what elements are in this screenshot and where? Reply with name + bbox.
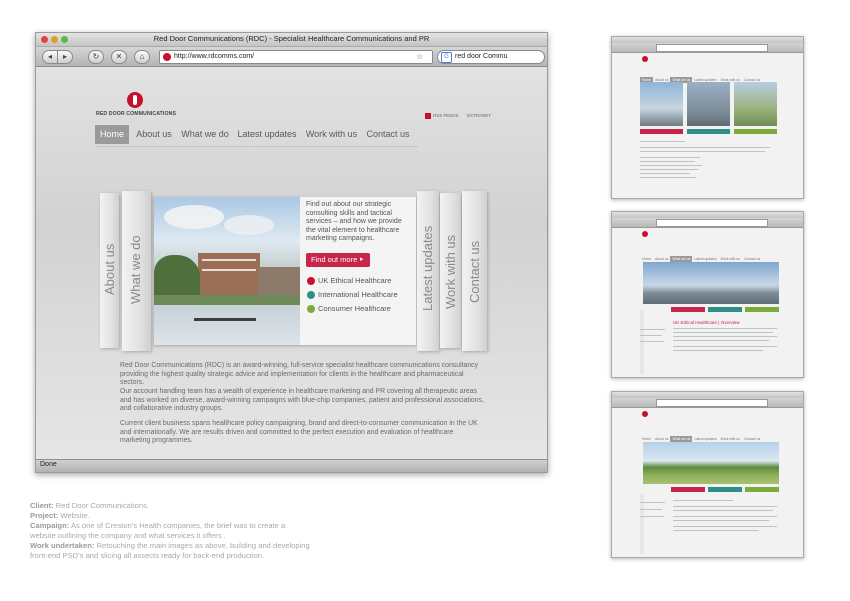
thumb-segment-bar [671,307,705,312]
browser-window: Red Door Communications (RDC) - Speciali… [35,32,548,473]
title-bar: Red Door Communications (RDC) - Speciali… [36,33,547,47]
logo-icon [642,231,648,237]
thumb-segment-bar [640,129,683,134]
campaign-value: As one of Creston’s Health companies, th… [30,521,286,540]
search-text: red door Commu [455,53,508,60]
thumbnail-window-uk-ethical: Home About us What we do Latest updates Work… [611,211,804,378]
thumb-image-city [687,82,730,126]
team-paragraph: Our account handling team has a wealth o… [120,388,484,413]
window-title: Red Door Communications (RDC) - Speciali… [153,34,430,43]
segment-consumer[interactable]: Consumer Healthcare [307,303,417,315]
thumb-segment-bar [708,307,742,312]
project-label: Project: [30,511,59,520]
nav-divider [95,146,418,147]
logo-text: RED DOOR COMMUNICATIONS [96,111,177,117]
door-icon [307,305,315,314]
spine-label: What we do [128,235,143,304]
thumb-image-bridge [640,82,683,126]
segment-label: UK Ethical Healthcare [318,276,392,285]
back-arrow-icon[interactable]: ◂ [42,50,58,64]
page-content: RED DOOR COMMUNICATIONS RSS FEEDS EXTRAN… [36,67,547,459]
logo-icon [642,56,648,62]
thumb-image-tower-bridge [643,262,779,304]
spine-label: Contact us [467,240,482,303]
door-icon [307,291,315,300]
segment-international[interactable]: International Healthcare [307,289,417,301]
thumb-nav: Home About us What we do Latest updates Work… [640,68,780,83]
extranet-link[interactable]: EXTRANET [467,113,491,118]
status-text: Done [40,461,57,468]
segment-label: Consumer Healthcare [318,304,391,313]
thumb-nav: Home About us What we do Latest updates Work… [640,427,790,442]
thumb-segment-bar [745,307,779,312]
site-favicon-icon [163,53,171,61]
rss-feeds-link[interactable]: RSS FEEDS [433,113,459,118]
home-icon[interactable]: ⌂ [134,50,150,64]
business-paragraph: Current client business spans healthcare… [120,420,478,445]
hero-image [154,197,300,345]
spine-work-with-us[interactable]: Work with us [440,193,461,348]
spine-about-us[interactable]: About us [100,193,119,348]
url-text: http://www.rdcomms.com/ [174,53,255,60]
client-value: Red Door Communications. [55,501,150,510]
forward-arrow-icon[interactable]: ▸ [57,50,73,64]
door-icon [307,277,315,286]
project-caption: Client: Red Door Communications. Project… [30,501,310,561]
thumb-image-park [734,82,777,126]
project-value: Website. [60,511,90,520]
nav-work-with-us[interactable]: Work with us [304,125,359,144]
bookmark-star-icon[interactable]: ☆ [416,51,423,63]
cta-label: Find out more [311,255,358,264]
search-field[interactable]: G red door Commu [437,50,545,64]
thumbnail-window-consumer: Home About us What we do Latest updates Work… [611,391,804,558]
thumb-heading: UK Ethical Healthcare | Overview [673,320,740,325]
thumb-nav: Home About us What we do Latest updates Work… [640,247,790,262]
segment-label: International Healthcare [318,290,398,299]
spine-what-we-do[interactable]: What we do [122,191,151,351]
nav-latest-updates[interactable]: Latest updates [235,125,299,144]
nav-home[interactable]: Home [95,125,129,144]
logo-icon [642,411,648,417]
client-label: Client: [30,501,54,510]
spine-label: Work with us [443,234,458,309]
hero-panel: Find out about our strategic consulting … [154,197,416,345]
thumb-segment-bar [687,129,730,134]
thumb-segment-bar [745,487,779,492]
campaign-label: Campaign: [30,521,70,530]
thumb-image-park [643,442,779,484]
browser-toolbar: ◂ ▸ ↻ ✕ ⌂ http://www.rdcomms.com/ ☆ G re… [36,47,547,67]
nav-about-us[interactable]: About us [133,125,175,144]
intro-paragraph: Red Door Communications (RDC) is an awar… [120,362,479,387]
find-out-more-button[interactable]: Find out more ▸ [306,253,370,267]
spine-label: Latest updates [420,225,435,311]
thumbnail-window-home: Home About us What we do Latest updates Work… [611,36,804,199]
search-engine-icon[interactable]: G [441,52,452,63]
nav-what-we-do[interactable]: What we do [179,125,231,144]
reload-icon[interactable]: ↻ [88,50,104,64]
thumb-segment-bar [671,487,705,492]
spine-label: About us [102,243,117,295]
hero-text: Find out about our strategic consulting … [306,201,402,243]
thumb-segment-bar [708,487,742,492]
work-label: Work undertaken: [30,541,95,550]
rss-icon[interactable] [425,113,431,119]
chevron-right-icon: ▸ [360,256,364,263]
spine-latest-updates[interactable]: Latest updates [417,191,439,351]
nav-contact-us[interactable]: Contact us [364,125,412,144]
thumb-segment-bar [734,129,777,134]
stop-icon[interactable]: ✕ [111,50,127,64]
segment-uk-ethical[interactable]: UK Ethical Healthcare [307,275,417,287]
address-bar[interactable]: http://www.rdcomms.com/ ☆ [159,50,433,64]
logo-icon[interactable] [127,92,143,108]
spine-contact-us[interactable]: Contact us [462,191,487,351]
status-bar: Done [36,459,547,472]
